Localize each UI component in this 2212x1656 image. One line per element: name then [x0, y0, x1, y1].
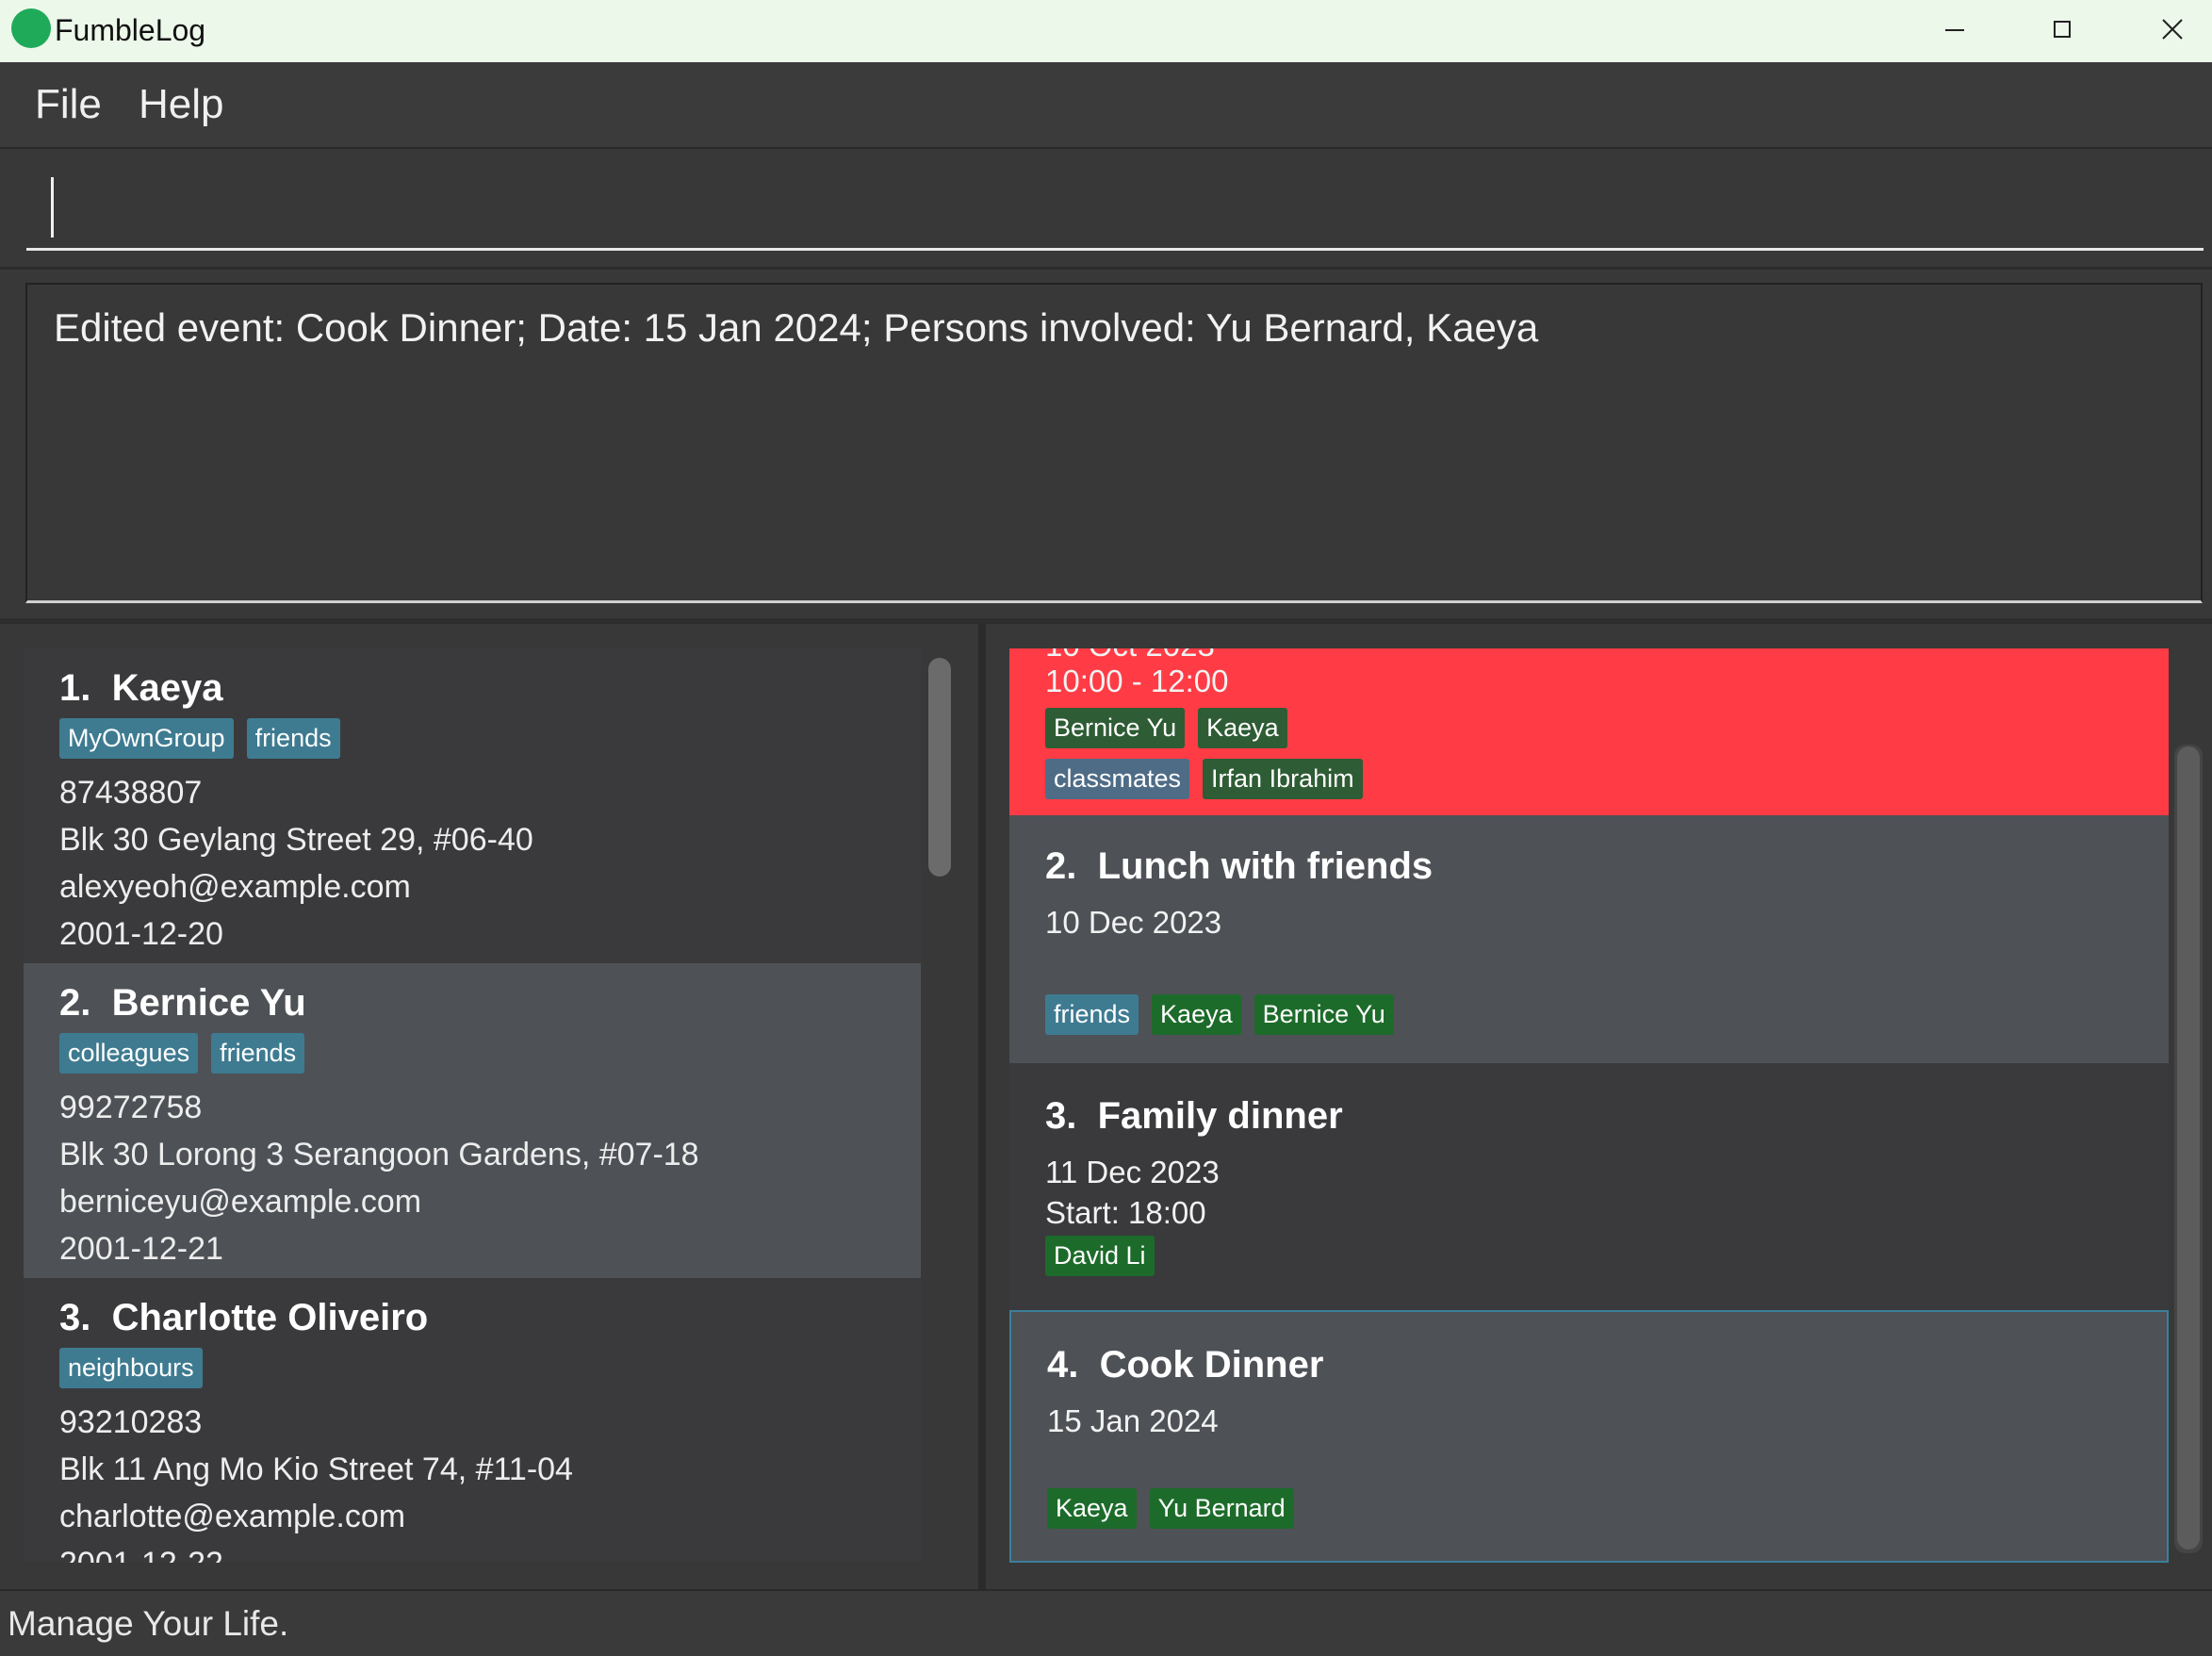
- event-tags: classmates Irfan Ibrahim: [1045, 759, 1376, 799]
- person-title: 2. Bernice Yu: [59, 982, 885, 1031]
- event-time: 10:00 - 12:00: [1045, 664, 1229, 698]
- menu-help[interactable]: Help: [139, 81, 224, 128]
- event-start: Start: 18:00: [1045, 1195, 1206, 1230]
- person-address: Blk 30 Lorong 3 Serangoon Gardens, #07-1…: [59, 1137, 699, 1172]
- command-input[interactable]: [26, 168, 2204, 251]
- result-message: Edited event: Cook Dinner; Date: 15 Jan …: [54, 305, 1539, 350]
- person-list[interactable]: 1. Kaeya MyOwnGroup friends 87438807 Blk …: [24, 648, 921, 1563]
- close-button[interactable]: [2121, 0, 2212, 62]
- person-birthday: 2001-12-21: [59, 1231, 223, 1267]
- person-email: alexyeoh@example.com: [59, 869, 411, 905]
- person-index: 2.: [59, 982, 91, 1024]
- event-tags: David Li: [1045, 1236, 1168, 1276]
- tag: classmates: [1045, 759, 1190, 799]
- event-card[interactable]: 3. Family dinner 11 Dec 2023 Start: 18:0…: [1009, 1063, 2169, 1310]
- tag: Kaeya: [1152, 994, 1241, 1035]
- person-address: Blk 11 Ang Mo Kio Street 74, #11-04: [59, 1451, 573, 1487]
- app-logo-icon: [11, 8, 51, 48]
- title-bar: FumbleLog: [0, 0, 2212, 62]
- event-index: 4.: [1047, 1344, 1079, 1385]
- split-pane-divider[interactable]: [978, 624, 986, 1590]
- event-date: 11 Dec 2023: [1045, 1155, 1220, 1189]
- status-bar: Manage Your Life.: [0, 1589, 2212, 1656]
- event-card-overdue[interactable]: 10 Oct 2023 10:00 - 12:00 Bernice Yu Kaey…: [1009, 648, 2169, 815]
- tag: colleagues: [59, 1033, 199, 1074]
- tag: friends: [1045, 994, 1139, 1035]
- person-title: 1. Kaeya: [59, 667, 885, 716]
- person-index: 3.: [59, 1297, 91, 1338]
- window-title: FumbleLog: [55, 13, 206, 47]
- event-name: Cook Dinner: [1099, 1344, 1324, 1385]
- tag: Kaeya: [1047, 1488, 1137, 1529]
- person-card[interactable]: 3. Charlotte Oliveiro neighbours 9321028…: [24, 1278, 921, 1563]
- close-icon: [2162, 19, 2183, 40]
- event-tags: friends Kaeya Bernice Yu: [1045, 994, 1407, 1035]
- person-tags: neighbours: [59, 1348, 885, 1399]
- text-caret: [51, 177, 54, 238]
- tag: MyOwnGroup: [59, 718, 234, 759]
- event-name: Family dinner: [1097, 1095, 1343, 1137]
- tag: friends: [211, 1033, 305, 1074]
- event-index: 2.: [1045, 845, 1077, 887]
- command-box-area: [0, 149, 2212, 270]
- event-card-selected[interactable]: 2. Lunch with friends 10 Dec 2023 friend…: [1009, 815, 2169, 1063]
- event-name: Lunch with friends: [1097, 845, 1434, 887]
- event-title: 4. Cook Dinner: [1047, 1344, 1323, 1386]
- maximize-button[interactable]: [2011, 0, 2115, 62]
- event-index: 3.: [1045, 1095, 1077, 1137]
- event-list-scrollbar[interactable]: [2177, 746, 2200, 1549]
- person-email: berniceyu@example.com: [59, 1184, 422, 1220]
- person-phone: 99272758: [59, 1090, 203, 1125]
- event-list[interactable]: 10 Oct 2023 10:00 - 12:00 Bernice Yu Kaey…: [1009, 648, 2169, 1563]
- person-card-selected[interactable]: 2. Bernice Yu colleagues friends 99272758…: [24, 963, 921, 1278]
- tag: David Li: [1045, 1236, 1155, 1276]
- tag: Irfan Ibrahim: [1203, 759, 1363, 799]
- minimize-button[interactable]: [1904, 0, 2007, 62]
- person-tags: MyOwnGroup friends: [59, 718, 885, 769]
- person-index: 1.: [59, 667, 91, 709]
- tag: Kaeya: [1198, 708, 1287, 748]
- event-tags: Kaeya Yu Bernard: [1047, 1488, 1307, 1529]
- person-name: Charlotte Oliveiro: [111, 1297, 429, 1338]
- person-tags: colleagues friends: [59, 1033, 885, 1084]
- tag: Bernice Yu: [1253, 994, 1394, 1035]
- event-tags: Bernice Yu Kaeya: [1045, 708, 1301, 748]
- person-name: Bernice Yu: [111, 982, 306, 1024]
- event-date: 15 Jan 2024: [1047, 1403, 1219, 1438]
- person-title: 3. Charlotte Oliveiro: [59, 1297, 885, 1346]
- person-name: Kaeya: [111, 667, 223, 709]
- person-list-scrollbar[interactable]: [928, 658, 951, 877]
- person-phone: 87438807: [59, 775, 203, 811]
- person-birthday: 2001-12-22: [59, 1540, 885, 1563]
- event-title: 3. Family dinner: [1045, 1095, 1343, 1138]
- tag: Yu Bernard: [1149, 1488, 1294, 1529]
- person-email: charlotte@example.com: [59, 1499, 406, 1534]
- event-date: 10 Oct 2023: [1045, 648, 1215, 664]
- event-card-focused[interactable]: 4. Cook Dinner 15 Jan 2024 Kaeya Yu Berna…: [1009, 1310, 2169, 1563]
- horizontal-divider: [0, 618, 2212, 624]
- menu-bar: File Help: [0, 62, 2212, 149]
- tag: friends: [246, 718, 340, 759]
- person-address: Blk 30 Geylang Street 29, #06-40: [59, 822, 533, 858]
- person-phone: 93210283: [59, 1404, 203, 1440]
- person-birthday: 2001-12-20: [59, 916, 223, 952]
- person-card[interactable]: 1. Kaeya MyOwnGroup friends 87438807 Blk …: [24, 648, 921, 963]
- tag: Bernice Yu: [1045, 708, 1186, 748]
- result-display[interactable]: Edited event: Cook Dinner; Date: 15 Jan …: [25, 283, 2203, 603]
- status-text: Manage Your Life.: [8, 1604, 289, 1643]
- tag: neighbours: [59, 1348, 203, 1388]
- event-title: 2. Lunch with friends: [1045, 845, 1433, 888]
- event-date: 10 Dec 2023: [1045, 905, 1222, 940]
- menu-file[interactable]: File: [35, 81, 102, 128]
